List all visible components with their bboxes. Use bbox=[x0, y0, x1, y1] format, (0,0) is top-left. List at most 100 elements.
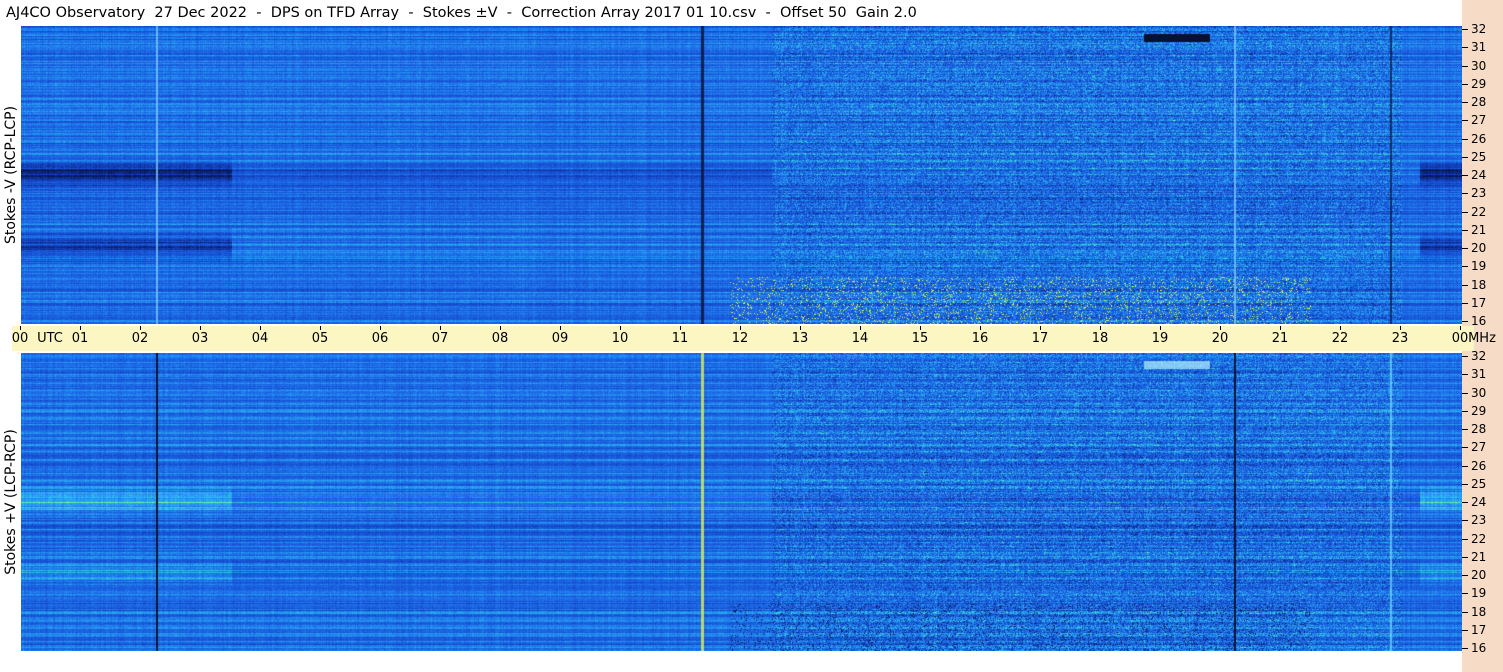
time-tick-mark bbox=[1280, 326, 1281, 330]
frequency-tick-label: 30 bbox=[1471, 385, 1487, 400]
frequency-tick-label: 22 bbox=[1471, 531, 1487, 546]
time-tick-mark bbox=[500, 326, 501, 330]
frequency-tick-label: 31 bbox=[1471, 40, 1487, 55]
time-tick-mark bbox=[320, 326, 321, 330]
time-tick-label: 17 bbox=[1031, 331, 1049, 346]
time-tick-label: 06 bbox=[371, 331, 389, 346]
time-tick-label: 18 bbox=[1091, 331, 1109, 346]
time-tick-mark bbox=[140, 326, 141, 330]
frequency-tick-mark bbox=[1462, 284, 1468, 286]
frequency-tick-label: 30 bbox=[1471, 58, 1487, 73]
time-tick-mark bbox=[1400, 326, 1401, 330]
frequency-tick-label: 20 bbox=[1471, 568, 1487, 582]
frequency-tick-label: 16 bbox=[1471, 314, 1487, 328]
frequency-tick-mark bbox=[1462, 520, 1468, 522]
time-tick-label: 11 bbox=[671, 331, 689, 346]
time-tick-mark bbox=[380, 326, 381, 330]
time-tick-mark bbox=[680, 326, 681, 330]
frequency-tick-label: 27 bbox=[1471, 440, 1487, 455]
frequency-tick-mark bbox=[1462, 65, 1468, 67]
frequency-tick-label: 22 bbox=[1471, 204, 1487, 219]
time-tick-label: 20 bbox=[1211, 331, 1229, 346]
frequency-tick-label: 23 bbox=[1471, 513, 1487, 528]
time-tick-mark bbox=[980, 326, 981, 330]
spectrogram-stokes-plus-v bbox=[21, 353, 1462, 651]
time-tick-mark bbox=[1460, 326, 1461, 330]
time-tick-label: UTC bbox=[37, 331, 63, 346]
time-tick-label: 16 bbox=[971, 331, 989, 346]
frequency-tick-mark bbox=[1462, 629, 1468, 631]
frequency-tick-mark bbox=[1462, 302, 1468, 304]
frequency-tick-mark bbox=[1462, 29, 1468, 30]
frequency-tick-mark bbox=[1462, 193, 1468, 195]
frequency-tick-mark bbox=[1462, 593, 1468, 595]
frequency-tick-mark bbox=[1462, 374, 1468, 376]
top-panel-label-text: Stokes -V (RCP-LCP) bbox=[2, 105, 19, 245]
time-tick-label: 22 bbox=[1331, 331, 1349, 346]
time-tick-label: 00 bbox=[1451, 331, 1469, 346]
frequency-tick-label: 18 bbox=[1471, 604, 1487, 619]
frequency-axis-bottom: 32 31 30 29 28 27 26 25 24 23 22 21 20 19 18 17 16 bbox=[1462, 349, 1503, 655]
frequency-tick-mark bbox=[1462, 248, 1468, 249]
frequency-tick-label: 26 bbox=[1471, 131, 1487, 146]
time-tick-label: 13 bbox=[791, 331, 809, 346]
frequency-tick-mark bbox=[1462, 138, 1468, 140]
frequency-tick-label: 26 bbox=[1471, 458, 1487, 473]
time-tick-label: 01 bbox=[71, 331, 89, 346]
bottom-panel-label-text: Stokes +V (LCP-RCP) bbox=[2, 429, 19, 575]
frequency-tick-mark bbox=[1462, 483, 1468, 485]
time-tick-label: 14 bbox=[851, 331, 869, 346]
time-tick-mark bbox=[740, 326, 741, 330]
time-tick-mark bbox=[1220, 326, 1221, 330]
frequency-tick-label: 18 bbox=[1471, 277, 1487, 292]
time-tick-mark bbox=[80, 326, 81, 330]
time-tick-label: 12 bbox=[731, 331, 749, 346]
frequency-tick-label: 21 bbox=[1471, 222, 1487, 237]
frequency-tick-mark bbox=[1462, 465, 1468, 467]
frequency-tick-mark bbox=[1462, 356, 1468, 357]
frequency-axis-top: 32 31 30 29 28 27 26 25 24 23 22 21 20 19 18 17 16 bbox=[1462, 22, 1503, 328]
frequency-tick-label: 28 bbox=[1471, 422, 1487, 436]
frequency-tick-label: 28 bbox=[1471, 95, 1487, 109]
frequency-tick-label: 21 bbox=[1471, 549, 1487, 564]
time-tick-label: 08 bbox=[491, 331, 509, 346]
spectrogram-bottom-canvas bbox=[21, 353, 1462, 651]
time-tick-mark bbox=[20, 326, 21, 330]
time-tick-mark bbox=[260, 326, 261, 330]
chart-title: AJ4CO Observatory 27 Dec 2022 - DPS on T… bbox=[6, 5, 917, 21]
frequency-tick-mark bbox=[1462, 538, 1468, 540]
frequency-tick-label: 17 bbox=[1471, 622, 1487, 637]
frequency-tick-mark bbox=[1462, 102, 1468, 103]
frequency-tick-label: 23 bbox=[1471, 186, 1487, 201]
frequency-tick-mark bbox=[1462, 447, 1468, 449]
frequency-tick-mark bbox=[1462, 175, 1468, 176]
frequency-tick-label: 20 bbox=[1471, 241, 1487, 255]
frequency-tick-mark bbox=[1462, 611, 1468, 613]
frequency-tick-label: 24 bbox=[1471, 168, 1487, 182]
frequency-tick-label: 19 bbox=[1471, 586, 1487, 601]
time-tick-mark bbox=[1340, 326, 1341, 330]
time-tick-mark bbox=[800, 326, 801, 330]
frequency-tick-label: 17 bbox=[1471, 295, 1487, 310]
frequency-tick-label: 16 bbox=[1471, 641, 1487, 655]
frequency-tick-mark bbox=[1462, 392, 1468, 394]
frequency-tick-label: 24 bbox=[1471, 495, 1487, 509]
time-tick-label: 19 bbox=[1151, 331, 1169, 346]
frequency-tick-mark bbox=[1462, 648, 1468, 649]
time-tick-label: 21 bbox=[1271, 331, 1289, 346]
spectrogram-stokes-minus-v bbox=[21, 26, 1462, 324]
frequency-tick-mark bbox=[1462, 321, 1468, 322]
frequency-tick-label: 29 bbox=[1471, 403, 1487, 418]
frequency-tick-mark bbox=[1462, 120, 1468, 122]
frequency-tick-label: 25 bbox=[1471, 149, 1487, 164]
time-tick-label: 04 bbox=[251, 331, 269, 346]
frequency-tick-mark bbox=[1462, 83, 1468, 85]
frequency-tick-label: 31 bbox=[1471, 367, 1487, 382]
time-tick-mark bbox=[440, 326, 441, 330]
frequency-tick-mark bbox=[1462, 156, 1468, 158]
frequency-tick-mark bbox=[1462, 229, 1468, 231]
time-tick-label: 05 bbox=[311, 331, 329, 346]
frequency-tick-mark bbox=[1462, 266, 1468, 268]
time-tick-label: 23 bbox=[1391, 331, 1409, 346]
time-tick-mark bbox=[620, 326, 621, 330]
